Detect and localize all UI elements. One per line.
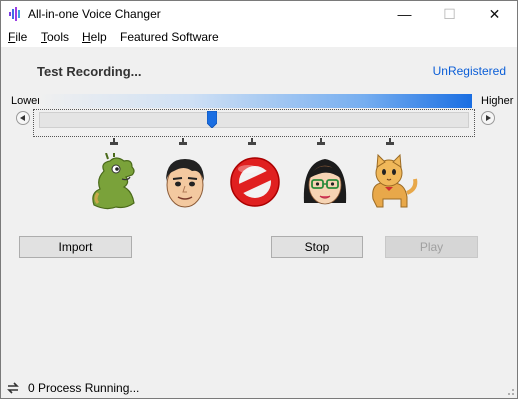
menu-help[interactable]: Help [82,30,107,44]
app-window: All-in-one Voice Changer — ☐ ✕ File Tool… [0,0,518,399]
dragon-icon[interactable] [86,153,144,211]
girl-face-icon[interactable] [296,153,354,211]
menu-featured-software[interactable]: Featured Software [120,30,219,44]
no-effect-icon[interactable] [226,153,284,211]
menu-bar: File Tools Help Featured Software [1,28,517,47]
unregistered-link[interactable]: UnRegistered [433,64,506,78]
pitch-tick-marker [179,138,187,145]
cat-icon[interactable] [363,153,421,211]
pitch-gradient-bar [39,94,472,108]
pitch-lower-label: Lower [11,95,41,107]
pitch-decrease-button[interactable] [16,111,30,125]
pitch-higher-label: Higher [481,95,514,107]
waveform-app-icon [9,7,20,21]
process-status-text: 0 Process Running... [28,381,140,395]
pitch-increase-button[interactable] [481,111,495,125]
stop-button[interactable]: Stop [271,236,363,258]
maximize-button[interactable]: ☐ [427,1,472,28]
menu-tools[interactable]: Tools [41,30,69,44]
boy-face-icon[interactable] [156,153,214,211]
minimize-button[interactable]: — [382,1,427,28]
menu-tools-rest: ools [47,30,70,44]
pitch-slider-track[interactable] [39,112,469,128]
title-bar: All-in-one Voice Changer — ☐ ✕ [1,1,517,28]
menu-help-rest: elp [90,30,107,44]
close-button[interactable]: ✕ [472,1,517,28]
play-button[interactable]: Play [385,236,478,258]
import-button[interactable]: Import [19,236,132,258]
window-title: All-in-one Voice Changer [28,7,161,21]
triangle-left-icon [20,115,25,121]
menu-file-rest: ile [15,30,28,44]
triangle-right-icon [486,115,491,121]
pitch-tick-marker [110,138,118,145]
pitch-tick-marker [386,138,394,145]
resize-grip-icon[interactable] [505,386,515,396]
pitch-tick-marker [317,138,325,145]
pitch-slider-thumb[interactable] [207,111,217,128]
pitch-tick-marker [248,138,256,145]
process-exchange-icon [7,382,19,394]
menu-file[interactable]: File [8,30,27,44]
recording-status: Test Recording... [37,64,142,79]
